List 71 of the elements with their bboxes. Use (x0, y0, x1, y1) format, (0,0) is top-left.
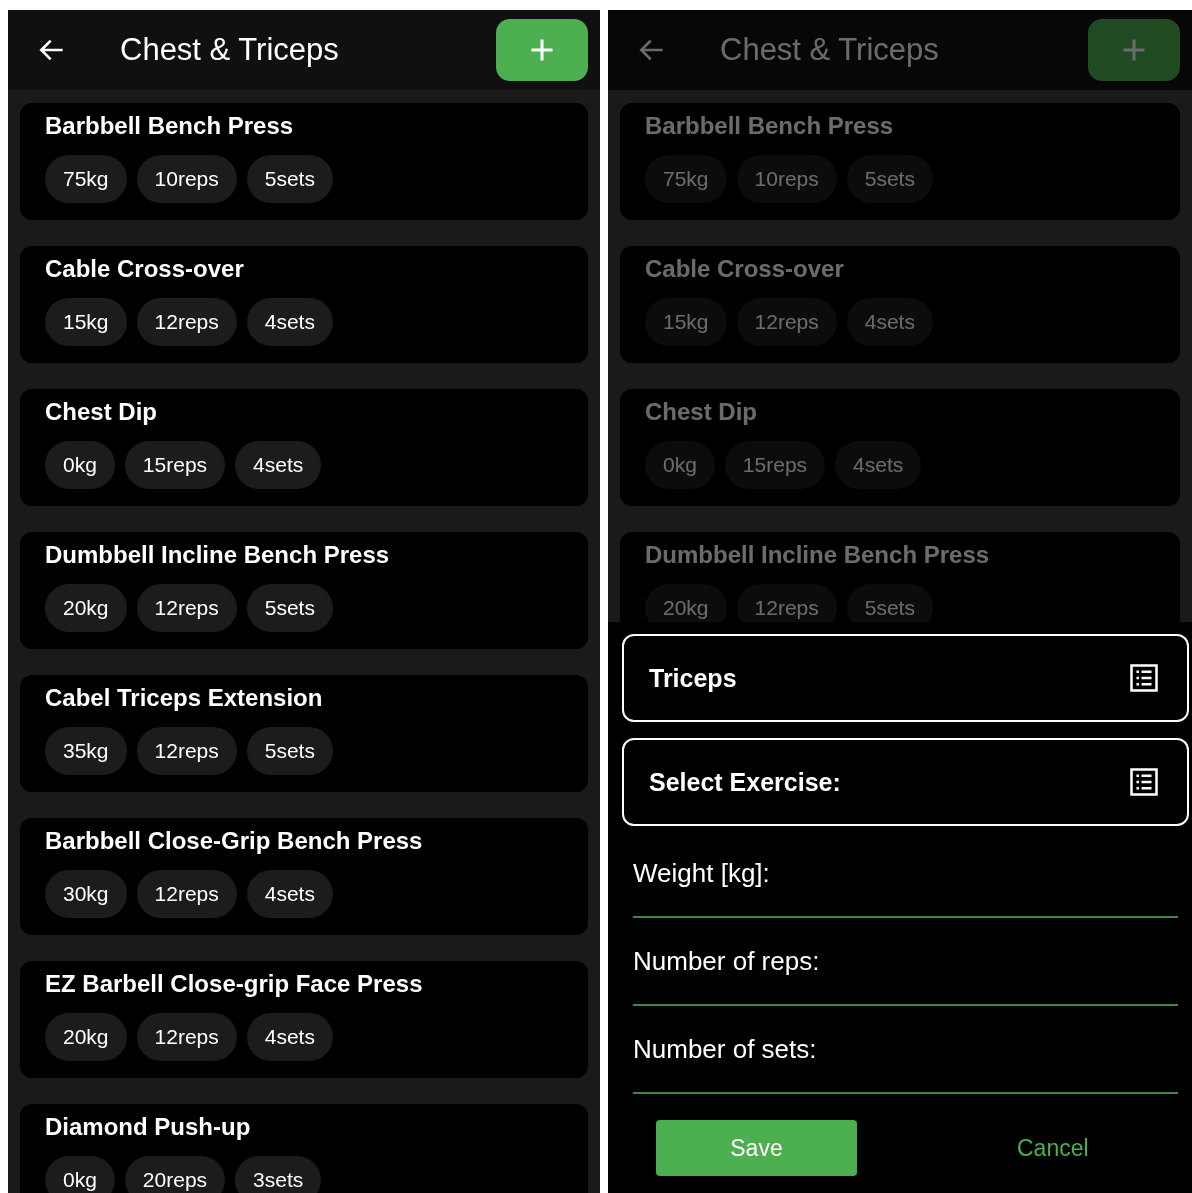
stat-chip: 5sets (246, 584, 333, 632)
stat-chip: 0kg (45, 1156, 115, 1193)
stat-chip: 15reps (724, 441, 826, 489)
stat-chip: 4sets (235, 441, 322, 489)
exercise-card[interactable]: Cable Cross-over 15kg 12reps 4sets (20, 246, 588, 363)
exercise-name: Cable Cross-over (645, 254, 845, 284)
stat-chip: 5sets (246, 155, 333, 203)
exercise-name: Barbbell Close-Grip Bench Press (45, 826, 424, 856)
stat-chip: 5sets (246, 727, 333, 775)
exercise-name: Dumbbell Incline Bench Press (45, 540, 391, 570)
stat-chip: 20reps (124, 1156, 226, 1193)
stat-chip: 4sets (846, 298, 933, 346)
stat-chip: 15reps (124, 441, 226, 489)
list-icon (1129, 663, 1159, 693)
stat-chip: 12reps (136, 584, 237, 632)
exercise-card[interactable]: Chest Dip 0kg 15reps 4sets (620, 389, 1180, 506)
stat-chip: 4sets (835, 441, 922, 489)
stat-chip: 4sets (246, 298, 333, 346)
stat-chip: 35kg (45, 727, 127, 775)
screen-title: Chest & Triceps (120, 32, 340, 68)
exercise-card[interactable]: Barbbell Close-Grip Bench Press 30kg 12reps 4sets (20, 818, 588, 935)
exercise-card[interactable]: Cabel Triceps Extension 35kg 12reps 5sets (20, 675, 588, 792)
stat-chip: 12reps (136, 727, 237, 775)
stat-chip: 12reps (136, 298, 237, 346)
dropdown-field[interactable]: Triceps (622, 634, 1189, 722)
add-button[interactable] (496, 19, 588, 81)
cancel-button[interactable]: Cancel (1007, 1124, 1099, 1172)
stat-chip: 12reps (136, 1013, 237, 1061)
input-field[interactable]: Weight [kg]: (633, 830, 1178, 918)
stat-chip: 20kg (645, 584, 727, 622)
exercise-card[interactable]: Dumbbell Incline Bench Press 20kg 12reps 5sets (20, 532, 588, 649)
exercise-name: Cabel Triceps Extension (45, 683, 324, 713)
input-field[interactable]: Number of sets: (633, 1006, 1178, 1094)
stat-chip: 10reps (736, 155, 837, 203)
stat-chip: 20kg (45, 584, 127, 632)
stat-chip: 12reps (736, 584, 837, 622)
exercise-card[interactable]: Barbbell Bench Press 75kg 10reps 5sets (20, 103, 588, 220)
stat-chip: 0kg (45, 441, 115, 489)
stat-chip: 12reps (136, 870, 237, 918)
stat-chip: 4sets (246, 1013, 333, 1061)
exercise-card[interactable]: Diamond Push-up 0kg 20reps 3sets (20, 1104, 588, 1193)
dropdown-field[interactable]: Select Exercise: (622, 738, 1189, 826)
exercise-name: Barbbell Bench Press (45, 111, 295, 141)
exercise-card[interactable]: Dumbbell Incline Bench Press 20kg 12reps 5sets (620, 532, 1180, 622)
exercise-name: Chest Dip (45, 397, 158, 427)
exercise-card[interactable]: Chest Dip 0kg 15reps 4sets (20, 389, 588, 506)
screen-title: Chest & Triceps (720, 32, 940, 68)
exercise-name: EZ Barbell Close-grip Face Press (45, 969, 424, 999)
stat-chip: 30kg (45, 870, 127, 918)
exercise-name: Diamond Push-up (45, 1112, 252, 1142)
stat-chip: 15kg (645, 298, 727, 346)
stat-chip: 4sets (246, 870, 333, 918)
input-field[interactable]: Number of reps: (633, 918, 1178, 1006)
stat-chip: 20kg (45, 1013, 127, 1061)
stat-chip: 3sets (235, 1156, 322, 1193)
list-icon (1129, 767, 1159, 797)
exercise-name: Cable Cross-over (45, 254, 245, 284)
stat-chip: 5sets (846, 584, 933, 622)
exercise-card[interactable]: EZ Barbell Close-grip Face Press 20kg 12reps 4sets (20, 961, 588, 1078)
stat-chip: 12reps (736, 298, 837, 346)
exercise-card[interactable]: Barbbell Bench Press 75kg 10reps 5sets (620, 103, 1180, 220)
exercise-card[interactable]: Cable Cross-over 15kg 12reps 4sets (620, 246, 1180, 363)
stat-chip: 10reps (136, 155, 237, 203)
stat-chip: 75kg (45, 155, 127, 203)
exercise-name: Chest Dip (645, 397, 758, 427)
stat-chip: 15kg (45, 298, 127, 346)
exercise-name: Barbbell Bench Press (645, 111, 895, 141)
stat-chip: 75kg (645, 155, 727, 203)
stat-chip: 5sets (846, 155, 933, 203)
stat-chip: 0kg (645, 441, 715, 489)
exercise-name: Dumbbell Incline Bench Press (645, 540, 991, 570)
